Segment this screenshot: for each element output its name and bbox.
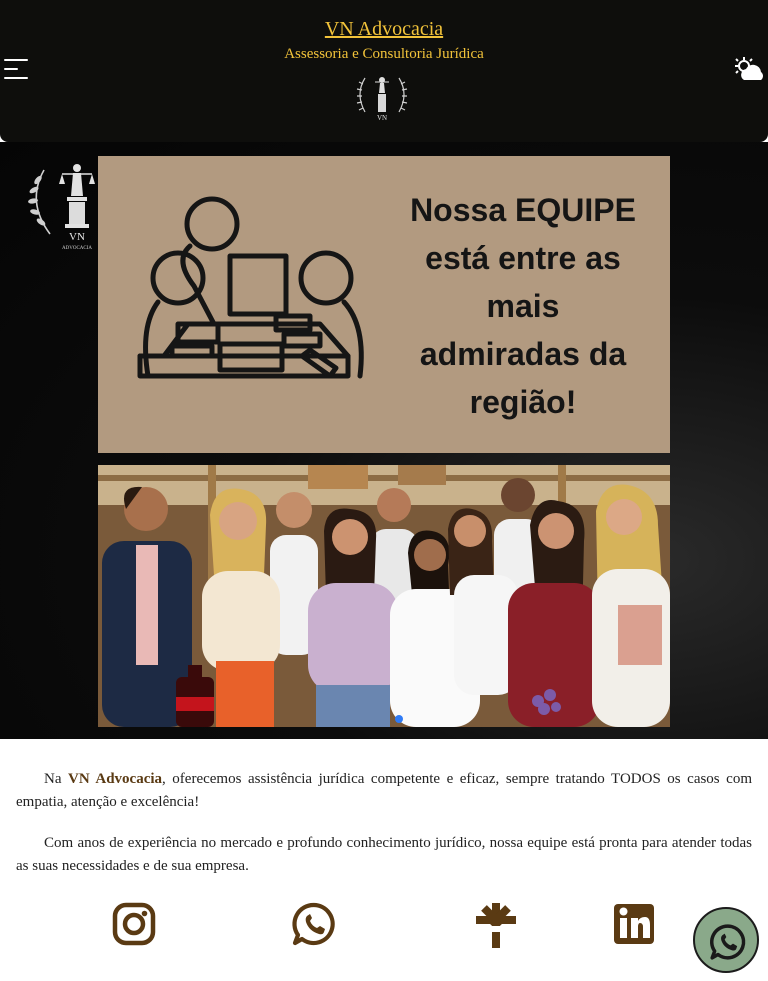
hero-logo-text: VN bbox=[69, 231, 85, 243]
linktree-icon[interactable] bbox=[474, 900, 518, 948]
carousel-indicator-dot[interactable] bbox=[395, 715, 403, 723]
intro-paragraph-1: Na VN Advocacia, oferecemos assistência … bbox=[16, 768, 752, 814]
sun-cloud-icon[interactable] bbox=[732, 56, 766, 84]
hero-logo-subtext: ADVOCACIA bbox=[62, 246, 92, 251]
banner-line-3: mais bbox=[486, 288, 560, 324]
social-links bbox=[0, 900, 768, 952]
intro-paragraph-2: Com anos de experiência no mercado e pro… bbox=[16, 835, 752, 874]
banner-line-5: região! bbox=[469, 384, 577, 420]
team-banner: Nossa EQUIPE está entre as mais admirada… bbox=[98, 156, 670, 453]
team-meeting-illustration bbox=[137, 196, 364, 379]
banner-line-2: está entre as bbox=[425, 240, 621, 276]
brand-subtitle: Assessoria e Consultoria Jurídica bbox=[284, 46, 484, 62]
scales-of-justice-logo: VN bbox=[356, 77, 408, 122]
instagram-icon[interactable] bbox=[112, 900, 156, 948]
linkedin-icon[interactable] bbox=[612, 900, 656, 948]
site-header: VN Advocacia Assessoria e Consultoria Ju… bbox=[0, 0, 768, 142]
floating-whatsapp-button[interactable] bbox=[693, 907, 759, 973]
hero-carousel[interactable]: VN ADVOCACIA Nossa EQUIPE está entre as … bbox=[0, 142, 768, 739]
whatsapp-icon bbox=[709, 924, 746, 960]
intro-p1-prefix: Na bbox=[44, 771, 69, 787]
intro-brand-name: VN Advocacia bbox=[68, 771, 163, 787]
header-logo-caption: VN bbox=[377, 114, 387, 122]
team-group-photo bbox=[98, 465, 670, 727]
whatsapp-icon[interactable] bbox=[292, 900, 336, 948]
brand-title-link[interactable]: VN Advocacia bbox=[0, 18, 768, 41]
banner-headline: Nossa EQUIPE está entre as mais admirada… bbox=[388, 186, 658, 426]
intro-section: Na VN Advocacia, oferecemos assistência … bbox=[16, 768, 752, 896]
banner-line-4: admiradas da bbox=[419, 336, 627, 372]
banner-line-1: Nossa EQUIPE bbox=[410, 192, 636, 228]
